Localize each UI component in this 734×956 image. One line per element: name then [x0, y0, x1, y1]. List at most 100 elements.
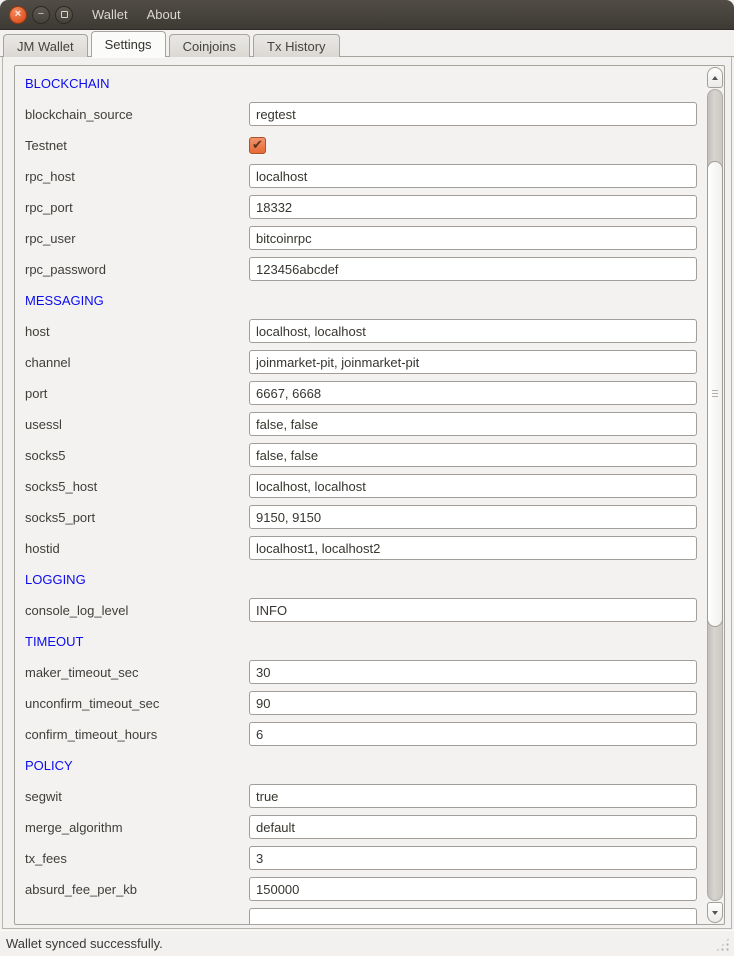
field-label: rpc_password [25, 262, 249, 277]
tab-jm-wallet[interactable]: JM Wallet [3, 34, 88, 57]
input-usessl[interactable] [249, 412, 697, 436]
field-label: rpc_user [25, 231, 249, 246]
arrow-down-icon [712, 911, 718, 915]
input-partial[interactable] [249, 908, 697, 924]
field-label: segwit [25, 789, 249, 804]
field-label: absurd_fee_per_kb [25, 882, 249, 897]
field-label: merge_algorithm [25, 820, 249, 835]
field-label: socks5_host [25, 479, 249, 494]
settings-row: segwit [25, 784, 705, 808]
field-label: usessl [25, 417, 249, 432]
input-merge_algorithm[interactable] [249, 815, 697, 839]
settings-row: rpc_password [25, 257, 705, 281]
input-unconfirm_timeout_sec[interactable] [249, 691, 697, 715]
field-label: socks5_port [25, 510, 249, 525]
settings-tab-pane: BLOCKCHAIN blockchain_source Testnet✔ rpc_h… [2, 57, 732, 929]
scrollbar-grip [712, 390, 718, 398]
checkbox-testnet[interactable]: ✔ [249, 137, 266, 154]
settings-row: blockchain_source [25, 102, 705, 126]
section-heading-logging: LOGGING [25, 567, 705, 591]
settings-row: tx_fees [25, 846, 705, 870]
input-rpc_user[interactable] [249, 226, 697, 250]
settings-row: hostid [25, 536, 705, 560]
field-label: socks5 [25, 448, 249, 463]
settings-row: maker_timeout_sec [25, 660, 705, 684]
field-label: confirm_timeout_hours [25, 727, 249, 742]
input-port[interactable] [249, 381, 697, 405]
settings-form: BLOCKCHAIN blockchain_source Testnet✔ rpc_h… [15, 66, 705, 924]
field-label: hostid [25, 541, 249, 556]
vertical-scrollbar[interactable] [707, 67, 723, 923]
settings-row: port [25, 381, 705, 405]
scrollbar-thumb[interactable] [707, 161, 723, 627]
menu-wallet[interactable]: Wallet [92, 7, 128, 22]
scrollbar-track[interactable] [707, 89, 723, 901]
settings-row: socks5_port [25, 505, 705, 529]
titlebar: × − Wallet About [0, 0, 734, 30]
input-socks5[interactable] [249, 443, 697, 467]
settings-row: confirm_timeout_hours [25, 722, 705, 746]
settings-row: rpc_user [25, 226, 705, 250]
maximize-icon[interactable] [55, 6, 73, 24]
input-rpc_password[interactable] [249, 257, 697, 281]
input-rpc_port[interactable] [249, 195, 697, 219]
tab-tx-history[interactable]: Tx History [253, 34, 340, 57]
arrow-up-icon [712, 76, 718, 80]
field-label: maker_timeout_sec [25, 665, 249, 680]
titlebar-menu: Wallet About [92, 7, 181, 22]
section-heading-blockchain: BLOCKCHAIN [25, 71, 705, 95]
input-console_log_level[interactable] [249, 598, 697, 622]
settings-scroll-area: BLOCKCHAIN blockchain_source Testnet✔ rpc_h… [14, 65, 725, 925]
tab-settings[interactable]: Settings [91, 31, 166, 57]
settings-row: merge_algorithm [25, 815, 705, 839]
section-heading-timeout: TIMEOUT [25, 629, 705, 653]
input-confirm_timeout_hours[interactable] [249, 722, 697, 746]
settings-row: host [25, 319, 705, 343]
input-channel[interactable] [249, 350, 697, 374]
tab-bar: JM WalletSettingsCoinjoinsTx History [0, 30, 734, 57]
field-label: tx_fees [25, 851, 249, 866]
section-heading-policy: POLICY [25, 753, 705, 777]
status-message: Wallet synced successfully. [6, 936, 163, 951]
checkmark-icon: ✔ [252, 138, 263, 151]
scrollbar-down-button[interactable] [707, 902, 723, 923]
resize-grip-icon[interactable] [714, 936, 731, 953]
input-rpc_host[interactable] [249, 164, 697, 188]
maximize-glyph [61, 11, 68, 18]
field-label: port [25, 386, 249, 401]
input-socks5_port[interactable] [249, 505, 697, 529]
settings-row: Testnet✔ [25, 133, 705, 157]
settings-row: rpc_port [25, 195, 705, 219]
field-label: console_log_level [25, 603, 249, 618]
menu-about[interactable]: About [147, 7, 181, 22]
scrollbar-up-button[interactable] [707, 67, 723, 88]
tab-coinjoins[interactable]: Coinjoins [169, 34, 250, 57]
settings-row: usessl [25, 412, 705, 436]
field-label: blockchain_source [25, 107, 249, 122]
input-maker_timeout_sec[interactable] [249, 660, 697, 684]
settings-row: socks5_host [25, 474, 705, 498]
field-label: Testnet [25, 138, 249, 153]
field-label: host [25, 324, 249, 339]
settings-row: channel [25, 350, 705, 374]
input-socks5_host[interactable] [249, 474, 697, 498]
field-label: rpc_port [25, 200, 249, 215]
field-label: channel [25, 355, 249, 370]
input-absurd_fee_per_kb[interactable] [249, 877, 697, 901]
input-hostid[interactable] [249, 536, 697, 560]
settings-row: console_log_level [25, 598, 705, 622]
input-tx_fees[interactable] [249, 846, 697, 870]
minimize-icon[interactable]: − [32, 6, 50, 24]
input-blockchain_source[interactable] [249, 102, 697, 126]
field-label: unconfirm_timeout_sec [25, 696, 249, 711]
settings-row: rpc_host [25, 164, 705, 188]
status-bar: Wallet synced successfully. [0, 930, 734, 956]
close-icon[interactable]: × [9, 6, 27, 24]
settings-row: socks5 [25, 443, 705, 467]
settings-row: absurd_fee_per_kb [25, 877, 705, 901]
app-window: × − Wallet About JM WalletSettingsCoinjoi… [0, 0, 734, 956]
input-host[interactable] [249, 319, 697, 343]
section-heading-messaging: MESSAGING [25, 288, 705, 312]
field-label: rpc_host [25, 169, 249, 184]
input-segwit[interactable] [249, 784, 697, 808]
